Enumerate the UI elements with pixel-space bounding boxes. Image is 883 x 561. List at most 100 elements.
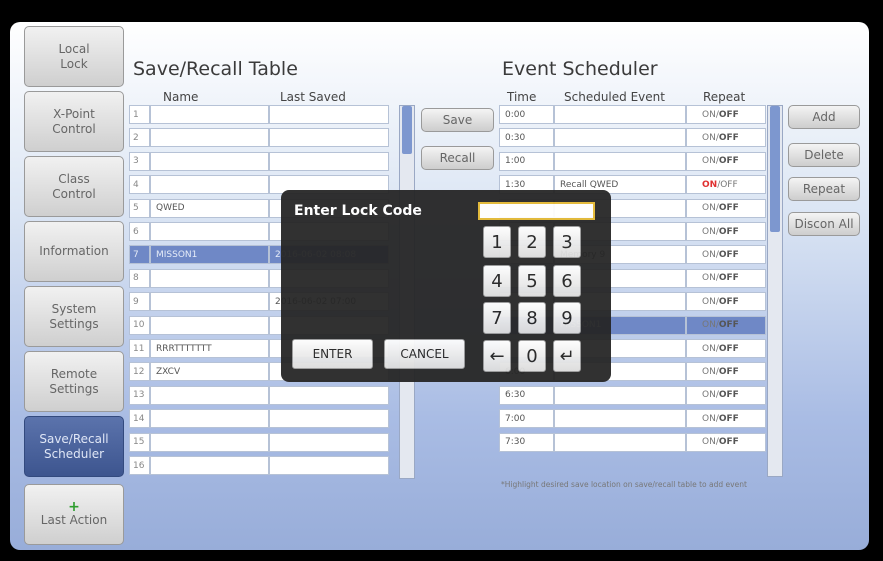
repeat-toggle[interactable]: ON/OFF [686,315,766,335]
key-0[interactable]: 0 [518,340,546,372]
repeat-on-label: ON/ [702,203,719,214]
table-row[interactable]: 6:30 ON/OFF [499,385,766,405]
row-number: 14 [129,409,150,429]
row-name: QWED [150,198,269,218]
event-name [554,128,686,148]
delete-button[interactable]: Delete [788,143,860,167]
row-name [150,128,269,148]
table-row[interactable]: 1:00 ON/OFF [499,151,766,171]
table-row[interactable]: 7:00 ON/OFF [499,409,766,429]
key-3[interactable]: 3 [553,226,581,258]
table-row[interactable]: 1 [129,105,389,124]
repeat-toggle[interactable]: ON/OFF [686,198,766,218]
repeat-toggle[interactable]: ON/OFF [686,362,766,382]
table-row[interactable]: 0:30 ON/OFF [499,128,766,148]
row-name: MISSON1 [150,245,269,265]
sidebar-item-information[interactable]: Information [24,221,124,282]
sidebar-item-save-recall-scheduler[interactable]: Save/Recall Scheduler [24,416,124,477]
sidebar-item-class-control[interactable]: Class Control [24,156,124,217]
repeat-toggle[interactable]: ON/OFF [686,105,766,124]
repeat-toggle[interactable]: ON/OFF [686,292,766,312]
table-row[interactable]: 7:30 ON/OFF [499,432,766,452]
row-name [150,385,269,405]
repeat-button[interactable]: Repeat [788,177,860,201]
sidebar-item-label: Last Action [40,513,108,527]
table-row[interactable]: 2 [129,128,389,148]
row-number: 1 [129,105,150,124]
row-number: 10 [129,315,150,335]
sidebar-item-last-action[interactable]: + Last Action [24,484,124,545]
key-4[interactable]: 4 [483,265,511,297]
repeat-on-label: ON/ [702,226,719,237]
repeat-toggle[interactable]: ON/OFF [686,128,766,148]
add-button[interactable]: Add [788,105,860,129]
sidebar: Local Lock X-Point Control Class Control… [10,22,125,550]
event-name [554,409,686,429]
repeat-toggle[interactable]: ON/OFF [686,222,766,241]
table-row[interactable]: 14 [129,409,389,429]
cancel-button[interactable]: CANCEL [384,339,465,369]
repeat-toggle[interactable]: ON/OFF [686,268,766,288]
repeat-toggle[interactable]: ON/OFF [686,245,766,265]
row-number: 6 [129,222,150,241]
key-8[interactable]: 8 [518,302,546,334]
repeat-toggle[interactable]: ON/OFF [686,339,766,358]
repeat-on-label: ON/ [702,437,719,448]
column-header-last-saved: Last Saved [280,90,346,104]
repeat-toggle[interactable]: ON/OFF [686,432,766,452]
lock-code-input[interactable] [478,202,595,220]
repeat-off-label: OFF [718,132,739,143]
recall-button[interactable]: Recall [421,146,494,170]
table-row[interactable]: 15 [129,432,389,452]
column-header-repeat: Repeat [703,90,746,104]
sidebar-item-x-point-control[interactable]: X-Point Control [24,91,124,152]
key-2[interactable]: 2 [518,226,546,258]
repeat-off-label: OFF [718,366,739,377]
row-last-saved [269,456,389,475]
sidebar-item-label: Information [39,244,109,258]
sidebar-item-remote-settings[interactable]: Remote Settings [24,351,124,412]
row-name [150,292,269,312]
row-number: 4 [129,175,150,195]
row-number: 13 [129,385,150,405]
table-row[interactable]: 16 [129,456,389,475]
row-last-saved [269,128,389,148]
event-time: 6:30 [499,385,554,405]
scrollbar-thumb[interactable] [770,106,780,232]
save-recall-title: Save/Recall Table [133,58,298,80]
backspace-key-icon[interactable]: ← [483,340,511,372]
repeat-toggle[interactable]: ON/OFF [686,409,766,429]
row-last-saved [269,151,389,171]
repeat-toggle[interactable]: ON/OFF [686,151,766,171]
event-time: 0:00 [499,105,554,124]
key-6[interactable]: 6 [553,265,581,297]
row-name [150,315,269,335]
repeat-off-label: OFF [718,437,739,448]
row-name [150,456,269,475]
discon-all-button[interactable]: Discon All [788,212,860,236]
sidebar-item-system-settings[interactable]: System Settings [24,286,124,347]
save-button[interactable]: Save [421,108,494,132]
enter-button[interactable]: ENTER [292,339,373,369]
sidebar-item-local-lock[interactable]: Local Lock [24,26,124,87]
repeat-toggle[interactable]: ON/OFF [686,385,766,405]
return-key-icon[interactable]: ↵ [553,340,581,372]
event-scheduler-scrollbar[interactable] [767,105,783,477]
key-7[interactable]: 7 [483,302,511,334]
dialog-title: Enter Lock Code [294,203,422,219]
key-5[interactable]: 5 [518,265,546,297]
key-1[interactable]: 1 [483,226,511,258]
table-row[interactable]: 13 [129,385,389,405]
repeat-on-label: ON/ [702,156,719,167]
key-9[interactable]: 9 [553,302,581,334]
row-last-saved [269,409,389,429]
column-header-name: Name [163,90,199,104]
event-scheduler-title: Event Scheduler [502,58,658,80]
repeat-on-label: ON/ [702,296,719,307]
repeat-toggle[interactable]: ON/OFF [686,175,766,195]
table-row[interactable]: 0:00 ON/OFF [499,105,766,124]
table-row[interactable]: 3 [129,151,389,171]
scrollbar-thumb[interactable] [402,106,412,154]
lock-code-dialog: Enter Lock Code 1 2 3 4 5 6 7 8 9 ← 0 ↵ … [281,190,611,382]
row-name [150,432,269,452]
